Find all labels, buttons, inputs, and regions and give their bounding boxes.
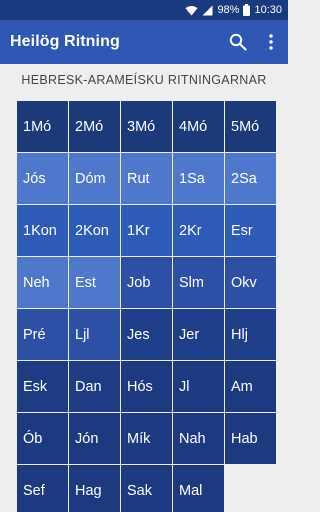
book-tile[interactable]: 2Mó: [69, 101, 120, 152]
book-tile[interactable]: 4Mó: [173, 101, 224, 152]
more-vert-icon: [269, 34, 273, 50]
book-tile[interactable]: 1Sa: [173, 153, 224, 204]
book-tile[interactable]: Mal: [173, 465, 224, 512]
book-tile[interactable]: 2Sa: [225, 153, 276, 204]
book-tile[interactable]: 1Kr: [121, 205, 172, 256]
book-tile[interactable]: Sak: [121, 465, 172, 512]
battery-icon: [243, 4, 251, 16]
status-time: 10:30: [254, 4, 282, 16]
book-tile[interactable]: Ljl: [69, 309, 120, 360]
book-tile[interactable]: Am: [225, 361, 276, 412]
signal-icon: [202, 5, 213, 16]
book-tile[interactable]: Hós: [121, 361, 172, 412]
status-bar: 98% 10:30: [0, 0, 288, 20]
battery-percent: 98%: [217, 4, 240, 16]
book-tile[interactable]: Jón: [69, 413, 120, 464]
search-icon: [229, 33, 247, 51]
book-tile[interactable]: 5Mó: [225, 101, 276, 152]
book-tile[interactable]: 2Kr: [173, 205, 224, 256]
more-options-button[interactable]: [256, 20, 286, 64]
book-grid: 1Mó 2Mó 3Mó 4Mó 5Mó Jós Dóm Rut 1Sa 2Sa 1Kon 2Kon 1K…: [17, 101, 276, 512]
app-title: Heilög Ritning: [10, 33, 120, 50]
book-tile[interactable]: 1Mó: [17, 101, 68, 152]
wifi-icon: [185, 5, 198, 16]
book-tile[interactable]: Job: [121, 257, 172, 308]
book-tile[interactable]: 3Mó: [121, 101, 172, 152]
book-tile[interactable]: 1Kon: [17, 205, 68, 256]
book-tile[interactable]: Neh: [17, 257, 68, 308]
book-tile[interactable]: Hlj: [225, 309, 276, 360]
book-tile[interactable]: Esr: [225, 205, 276, 256]
search-button[interactable]: [222, 20, 254, 64]
book-tile[interactable]: Jós: [17, 153, 68, 204]
book-tile[interactable]: 2Kon: [69, 205, 120, 256]
book-tile[interactable]: Sef: [17, 465, 68, 512]
book-tile[interactable]: Rut: [121, 153, 172, 204]
book-tile[interactable]: Jes: [121, 309, 172, 360]
book-tile[interactable]: Jer: [173, 309, 224, 360]
book-tile[interactable]: Dan: [69, 361, 120, 412]
book-tile[interactable]: Okv: [225, 257, 276, 308]
book-tile[interactable]: Hab: [225, 413, 276, 464]
book-tile[interactable]: Pré: [17, 309, 68, 360]
book-tile[interactable]: Dóm: [69, 153, 120, 204]
section-title: HEBRESK-ARAMEÍSKU RITNINGARNAR: [21, 73, 267, 87]
book-tile[interactable]: Jl: [173, 361, 224, 412]
book-tile[interactable]: Esk: [17, 361, 68, 412]
book-tile[interactable]: Hag: [69, 465, 120, 512]
book-tile[interactable]: Est: [69, 257, 120, 308]
book-tile[interactable]: Nah: [173, 413, 224, 464]
book-tile[interactable]: Slm: [173, 257, 224, 308]
app-bar: Heilög Ritning: [0, 20, 288, 64]
book-tile[interactable]: Ób: [17, 413, 68, 464]
book-tile[interactable]: Mík: [121, 413, 172, 464]
